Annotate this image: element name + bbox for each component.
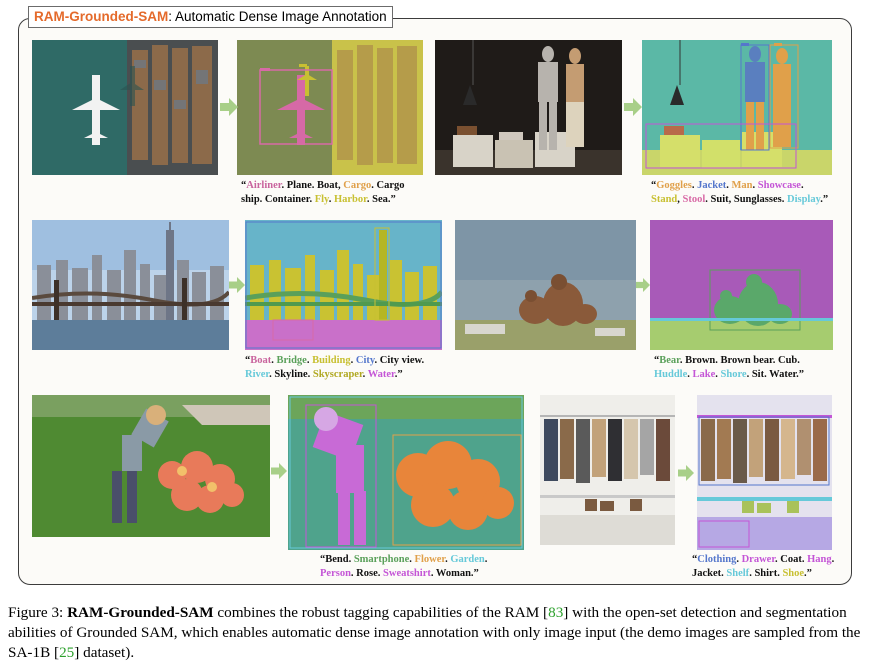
tag-text: . Brown. Brown bear. Cub. [679, 355, 800, 366]
tag-stool: Stool [682, 194, 706, 205]
tag-person: Person [320, 568, 351, 579]
bear-annotated-image [650, 220, 833, 350]
airport-annotated-image [237, 40, 423, 175]
bear-tags-line1: “Bear. Brown. Brown bear. Cub. [654, 355, 800, 366]
figure-caption-text-3: ] dataset). [74, 644, 135, 661]
garden-tags-caption: “Bend. Smartphone. Flower. Garden. Person… [320, 553, 487, 581]
tag-showcase: Showcase [757, 180, 801, 191]
tag-skyscraper: Skyscraper [312, 369, 363, 380]
figure-caption-text-1: combines the robust tagging capabilities… [213, 604, 549, 621]
tag-display: Display [786, 194, 821, 205]
figure-method-name: RAM-Grounded-SAM [67, 604, 214, 621]
tag-river: River [245, 369, 270, 380]
tag-bend: Bend [325, 554, 349, 565]
airport-input-image [32, 40, 218, 175]
showcase-tags-line2: Stand, Stool. Suit, Sunglasses. Display.… [651, 193, 828, 207]
tag-building: Building [312, 355, 351, 366]
tag-flower: Flower [414, 554, 446, 565]
tag-clothing: Clothing [697, 554, 737, 565]
tag-city: City [355, 355, 375, 366]
tag-text: ship. Container. [241, 194, 315, 205]
clothing-tags-line1: “Clothing. Drawer. Coat. Hang. [692, 554, 835, 565]
tag-text: . Sit. Water.” [746, 369, 805, 380]
garden-tags-line1: “Bend. Smartphone. Flower. Garden. [320, 554, 488, 565]
citation-link-83[interactable]: 83 [548, 604, 563, 621]
showcase-tags-caption: “Goggles. Jacket. Man. Showcase. Stand, S… [651, 179, 828, 207]
city-input-image [32, 220, 229, 350]
showcase-tags-line1: “Goggles. Jacket. Man. Showcase. [651, 180, 804, 191]
clothing-tags-line2: Jacket. Shelf. Shirt. Shoe.” [692, 567, 834, 581]
clothing-input-image [540, 395, 675, 545]
bear-tags-caption: “Bear. Brown. Brown bear. Cub. Huddle. La… [654, 354, 804, 382]
panel-title-rest: : Automatic Dense Image Annotation [168, 9, 387, 24]
bear-tags-line2: Huddle. Lake. Shore. Sit. Water.” [654, 368, 804, 382]
tag-sweatshirt: Sweatshirt [383, 568, 431, 579]
garden-annotated-image [288, 395, 524, 550]
tag-bridge: Bridge [276, 355, 307, 366]
tag-harbor: Harbor [333, 194, 367, 205]
city-tags-line1: “Boat. Bridge. Building. City. City view… [245, 355, 425, 366]
bear-input-image [455, 220, 636, 350]
tag-hang: Hang [807, 554, 832, 565]
clothing-tags-caption: “Clothing. Drawer. Coat. Hang. Jacket. Sh… [692, 553, 834, 581]
city-annotated-image [245, 220, 442, 350]
tag-bear: Bear [659, 355, 680, 366]
panel-title-brand: RAM-Grounded-SAM [34, 9, 169, 24]
tag-jacket: Jacket [697, 180, 727, 191]
tag-goggles: Goggles [656, 180, 692, 191]
bear-arrow-icon [636, 278, 650, 292]
tag-drawer: Drawer [741, 554, 776, 565]
panel-title: RAM-Grounded-SAM: Automatic Dense Image … [28, 6, 393, 28]
garden-arrow-icon [271, 463, 287, 479]
tag-text: . Sea.” [366, 194, 396, 205]
tag-stand: Stand [651, 194, 678, 205]
tag-text: . Rose. [350, 568, 384, 579]
tag-text: . Cargo [371, 180, 405, 191]
tag-cargo: Cargo [343, 180, 372, 191]
airport-tags-line2: ship. Container. Fly. Harbor. Sea.” [241, 193, 405, 207]
tag-text: . [484, 554, 488, 565]
tag-smartphone: Smartphone [353, 554, 410, 565]
city-arrow-icon [229, 277, 245, 293]
airport-tags-caption: “Airliner. Plane. Boat, Cargo. Cargo ship… [241, 179, 405, 207]
tag-garden: Garden [450, 554, 485, 565]
airport-tags-line1: “Airliner. Plane. Boat, Cargo. Cargo [241, 180, 405, 191]
airport-arrow-icon [220, 98, 238, 116]
figure-caption: Figure 3: RAM-Grounded-SAM combines the … [8, 603, 874, 663]
tag-water: Water [367, 369, 395, 380]
tag-text: . Woman.” [430, 568, 479, 579]
tag-shelf: Shelf [726, 568, 750, 579]
tag-man: Man [731, 180, 753, 191]
tag-text: .” [804, 568, 812, 579]
citation-link-25[interactable]: 25 [59, 644, 74, 661]
tag-text: . City view. [374, 355, 425, 366]
showcase-arrow-icon [624, 98, 642, 116]
tag-text: . Skyline. [269, 369, 313, 380]
tag-shoe: Shoe [782, 568, 805, 579]
tag-text: . Shirt. [749, 568, 783, 579]
tag-text: . Plane. Boat, [281, 180, 344, 191]
tag-text: . [800, 180, 804, 191]
city-tags-caption: “Boat. Bridge. Building. City. City view… [245, 354, 424, 382]
city-tags-line2: River. Skyline. Skyscraper. Water.” [245, 368, 424, 382]
tag-boat: Boat [250, 355, 272, 366]
clothing-arrow-icon [678, 465, 694, 481]
clothing-annotated-image [697, 395, 832, 550]
garden-input-image [32, 395, 270, 537]
tag-text: . Coat. [775, 554, 808, 565]
tag-text: Jacket. [692, 568, 727, 579]
figure-label: Figure 3: [8, 604, 68, 621]
tag-text: .” [394, 369, 403, 380]
tag-text: .” [820, 194, 829, 205]
tag-fly: Fly [314, 194, 329, 205]
tag-lake: Lake [692, 369, 716, 380]
tag-huddle: Huddle [654, 369, 688, 380]
tag-text: . [831, 554, 835, 565]
showcase-input-image [435, 40, 622, 175]
tag-text: . Suit, Sunglasses. [705, 194, 787, 205]
showcase-annotated-image [642, 40, 832, 175]
tag-shore: Shore [720, 369, 747, 380]
tag-airliner: Airliner [246, 180, 282, 191]
garden-tags-line2: Person. Rose. Sweatshirt. Woman.” [320, 567, 487, 581]
